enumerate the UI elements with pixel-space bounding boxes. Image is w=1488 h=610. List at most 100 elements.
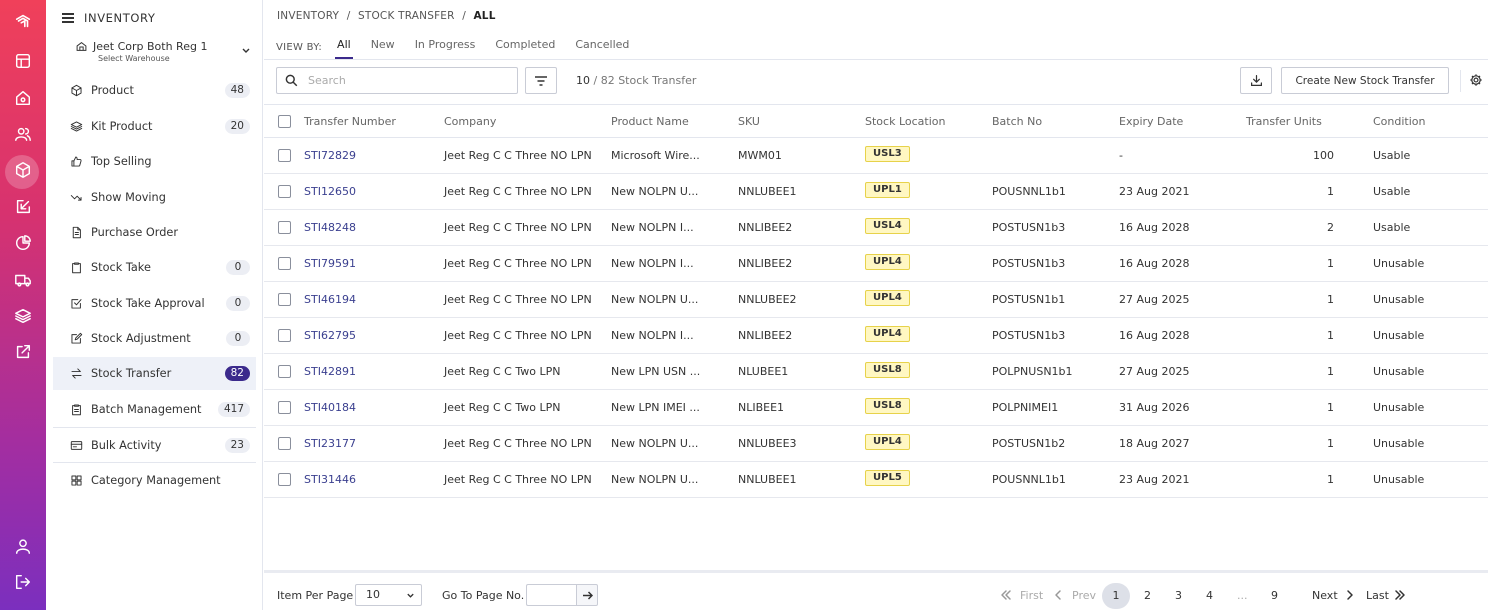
prev-page-button[interactable]: Prev [1072,589,1096,602]
sidebar-item-batch-management[interactable]: Batch Management 417 [53,393,256,426]
page-3-button[interactable]: 3 [1175,589,1182,602]
table-row[interactable]: STI72829 Jeet Reg C C Three NO LPN Microso… [264,138,1488,174]
row-checkbox[interactable] [278,437,291,450]
column-header[interactable]: Product Name [611,115,689,128]
column-header[interactable]: SKU [738,115,760,128]
goto-page-input[interactable] [526,584,576,606]
search-input[interactable] [308,74,508,87]
column-header[interactable]: Transfer Units [1246,115,1322,128]
page-2-button[interactable]: 2 [1144,589,1151,602]
create-new-stock-transfer-button[interactable]: Create New Stock Transfer [1281,67,1449,94]
goto-page-button[interactable] [576,584,598,606]
user-profile-icon[interactable] [0,531,46,561]
sidebar-item-product[interactable]: Product 48 [53,74,256,107]
tab-cancelled[interactable]: Cancelled [575,38,629,56]
stack-icon[interactable] [0,301,46,331]
page-4-button[interactable]: 4 [1206,589,1213,602]
count-badge: 20 [224,119,250,134]
cell-transfer-number[interactable]: STI23177 [304,437,356,450]
select-all-checkbox[interactable] [278,115,291,128]
cell-transfer-number[interactable]: STI62795 [304,329,356,342]
table-row[interactable]: STI42891 Jeet Reg C C Two LPN New LPN USN … [264,354,1488,390]
arrow-in-icon[interactable] [0,192,46,222]
cell-transfer-number[interactable]: STI48248 [304,221,356,234]
last-page-icon[interactable] [1394,589,1406,601]
cell-transfer-number[interactable]: STI42891 [304,365,356,378]
breadcrumb-stock-transfer[interactable]: STOCK TRANSFER [358,10,455,22]
column-header[interactable]: Expiry Date [1119,115,1183,128]
sidebar-item-stock-adjustment[interactable]: Stock Adjustment 0 [53,322,256,355]
home-icon[interactable] [0,83,46,113]
chevron-down-icon[interactable] [241,45,251,55]
cell-batch-no: POSTUSN1b1 [992,293,1066,306]
table-row[interactable]: STI79591 Jeet Reg C C Three NO LPN New NOL… [264,246,1488,282]
brand-logo-icon[interactable] [0,6,46,36]
cell-transfer-number[interactable]: STI40184 [304,401,356,414]
document-icon [69,226,83,240]
table-row[interactable]: STI48248 Jeet Reg C C Three NO LPN New NOL… [264,210,1488,246]
table-row[interactable]: STI40184 Jeet Reg C C Two LPN New LPN IMEI… [264,390,1488,426]
cell-transfer-number[interactable]: STI72829 [304,149,356,162]
next-page-button[interactable]: Next [1312,589,1338,602]
breadcrumb-sep: / [346,10,351,22]
table-row[interactable]: STI31446 Jeet Reg C C Three NO LPN New NOL… [264,462,1488,498]
sidebar-item-purchase-order[interactable]: Purchase Order [53,216,256,249]
row-checkbox[interactable] [278,401,291,414]
row-checkbox[interactable] [278,257,291,270]
last-page-button[interactable]: Last [1366,589,1389,602]
row-checkbox[interactable] [278,293,291,306]
row-checkbox[interactable] [278,221,291,234]
inventory-box-icon[interactable] [0,155,46,189]
row-checkbox[interactable] [278,149,291,162]
layout-icon[interactable] [0,46,46,76]
column-header[interactable]: Stock Location [865,115,945,128]
warehouse-selector[interactable]: Jeet Corp Both Reg 1 Select Warehouse [76,40,251,63]
tab-in-progress[interactable]: In Progress [415,38,476,56]
items-per-page-select[interactable]: 10 [355,584,422,606]
table-row[interactable]: STI46194 Jeet Reg C C Three NO LPN New NOL… [264,282,1488,318]
table-row[interactable]: STI23177 Jeet Reg C C Three NO LPN New NOL… [264,426,1488,462]
next-page-icon[interactable] [1344,589,1356,601]
row-checkbox[interactable] [278,365,291,378]
download-button[interactable] [1240,67,1272,94]
sidebar-item-kit-product[interactable]: Kit Product 20 [53,110,256,143]
logout-icon[interactable] [0,567,46,597]
first-page-icon[interactable] [1000,589,1012,601]
tab-completed[interactable]: Completed [495,38,555,56]
column-header[interactable]: Condition [1373,115,1426,128]
users-icon[interactable] [0,119,46,149]
sidebar-item-stock-take-approval[interactable]: Stock Take Approval 0 [53,287,256,320]
row-checkbox[interactable] [278,473,291,486]
page-1-button[interactable]: 1 [1102,583,1130,609]
prev-page-icon[interactable] [1052,589,1064,601]
gear-icon[interactable] [1469,73,1483,87]
sidebar-item-category-management[interactable]: Category Management [53,464,256,497]
truck-icon[interactable] [0,265,46,295]
stock-location-tag: UPL4 [865,290,910,306]
first-page-button[interactable]: First [1020,589,1043,602]
sidebar-item-stock-take[interactable]: Stock Take 0 [53,251,256,284]
column-header[interactable]: Company [444,115,496,128]
row-checkbox[interactable] [278,329,291,342]
pie-chart-icon[interactable] [0,228,46,258]
sidebar-item-top-selling[interactable]: Top Selling [53,145,256,178]
row-checkbox[interactable] [278,185,291,198]
tab-all[interactable]: All [335,38,353,59]
hamburger-menu-icon[interactable] [62,13,74,23]
column-header[interactable]: Batch No [992,115,1042,128]
cell-transfer-number[interactable]: STI31446 [304,473,356,486]
tab-new[interactable]: New [371,38,395,56]
cell-transfer-number[interactable]: STI79591 [304,257,356,270]
breadcrumb-inventory[interactable]: INVENTORY [277,10,339,22]
filter-button[interactable] [525,67,557,94]
cell-transfer-number[interactable]: STI12650 [304,185,356,198]
table-row[interactable]: STI12650 Jeet Reg C C Three NO LPN New NOL… [264,174,1488,210]
page-9-button[interactable]: 9 [1271,589,1278,602]
sidebar-item-stock-transfer[interactable]: Stock Transfer 82 [53,357,256,390]
cell-transfer-number[interactable]: STI46194 [304,293,356,306]
external-link-icon[interactable] [0,337,46,367]
sidebar-item-bulk-activity[interactable]: Bulk Activity 23 [53,429,256,462]
table-row[interactable]: STI62795 Jeet Reg C C Three NO LPN New NOL… [264,318,1488,354]
sidebar-item-show-moving[interactable]: Show Moving [53,181,256,214]
column-header[interactable]: Transfer Number [304,115,396,128]
